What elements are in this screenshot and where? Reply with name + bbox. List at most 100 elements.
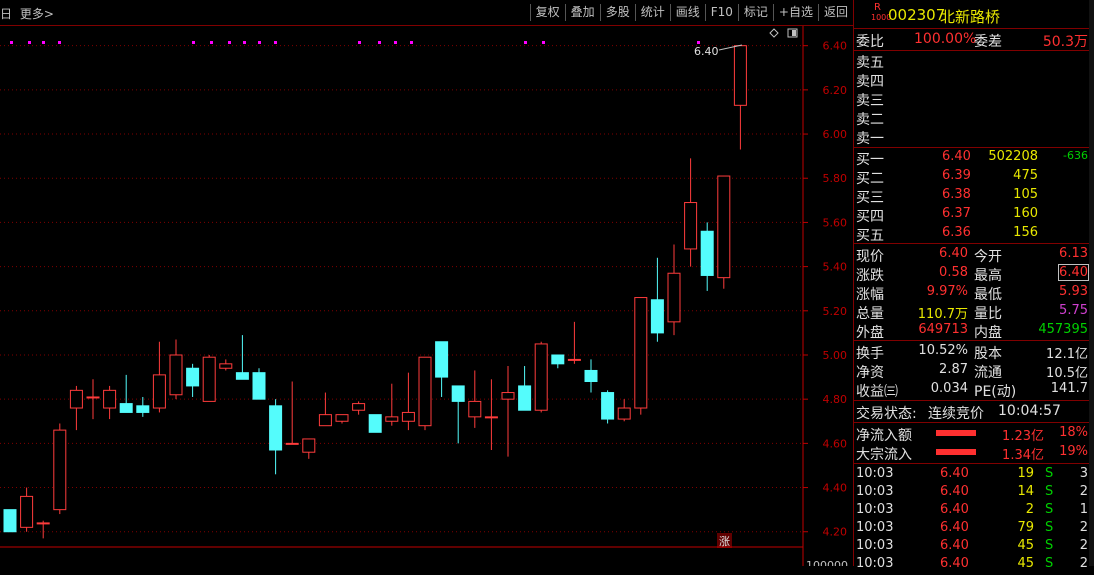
candle[interactable] [534,341,548,413]
buy-row: 买三 6.38 105 [856,187,1088,206]
candle-body [418,356,432,427]
candle-body [667,272,681,323]
candle[interactable] [186,363,200,397]
sell-level-label: 卖二 [856,112,884,128]
candle[interactable] [3,509,17,533]
y-tick-label: 5.00 [823,349,848,362]
candle[interactable] [667,244,681,336]
candle[interactable] [69,385,83,431]
tick-time: 10:03 [856,538,894,553]
candle[interactable] [285,381,299,445]
candle[interactable] [435,341,449,397]
draw-line-button[interactable]: 画线 [669,4,705,21]
buy-volume: 502208 [988,149,1038,164]
candle[interactable] [53,423,67,515]
fund-flow-row: 净流入额 1.23亿 18% [856,425,1088,444]
candle[interactable] [318,392,332,427]
tick-count: 3 [1079,466,1088,481]
period-label[interactable]: 日 [0,7,12,21]
candle[interactable] [385,383,399,426]
tick-price: 6.40 [940,520,969,535]
tick-count: 2 [1079,538,1088,553]
diamond-icon[interactable] [769,28,779,38]
candle[interactable] [484,379,498,450]
candle[interactable] [252,368,266,400]
overlay-button[interactable]: 叠加 [564,4,600,21]
panel-toggle-icon[interactable] [787,28,798,38]
candle[interactable] [352,401,366,415]
fuquan-button[interactable]: 复权 [529,4,565,21]
candle[interactable] [551,354,565,369]
panel-scrollbar[interactable] [1089,0,1094,566]
candle[interactable] [617,399,631,422]
candle[interactable] [567,321,581,364]
candle[interactable] [219,359,233,371]
candle-body [401,411,415,422]
candle[interactable] [451,385,465,444]
candle[interactable] [119,374,133,413]
quote-label: 总量 [856,306,884,322]
candle-body [717,175,731,279]
candle[interactable] [601,390,615,424]
candle[interactable] [700,222,714,291]
candle[interactable] [684,158,698,267]
candle[interactable] [235,335,249,380]
candle[interactable] [136,396,150,417]
y-tick-label: 6.20 [823,84,848,97]
quote-label: 内盘 [974,325,1002,341]
stats-button[interactable]: 统计 [634,4,670,21]
candle[interactable] [103,385,117,420]
candle[interactable] [152,341,166,413]
candle-body [20,495,34,528]
last-price-label: 6.40 [694,45,719,58]
candle[interactable] [335,414,349,424]
signal-dot [378,41,381,44]
buy-level-label: 买一 [856,152,884,168]
mark-button[interactable]: 标记 [737,4,773,21]
f10-button[interactable]: F10 [704,4,738,21]
candle[interactable] [717,175,731,289]
add-watchlist-button[interactable]: +自选 [772,4,818,21]
tick-price: 6.40 [940,484,969,499]
candle[interactable] [650,257,664,342]
quote-value: 110.7万 [917,307,968,322]
multi-stock-button[interactable]: 多股 [599,4,635,21]
kline-chart[interactable]: 6.40 6.20 6.00 5.80 5.60 5.40 5.20 5.00 4.80 4.60… [0,26,853,566]
candle-body [684,202,698,250]
stat-label: 换手 [856,346,884,362]
candle[interactable] [368,414,382,433]
quote-value: 457395 [1038,322,1088,337]
signal-dot [243,41,246,44]
quote-label: 今开 [974,249,1002,265]
candle-body [3,509,17,533]
candle[interactable] [202,354,216,402]
y-tick-label: 4.80 [823,393,848,406]
candle[interactable] [418,356,432,431]
candle[interactable] [36,520,50,539]
signal-dot [410,41,413,44]
candle[interactable] [269,399,283,475]
sell-row: 卖二 [856,109,1088,128]
signal-markers [10,41,700,44]
candle-body [368,414,382,433]
back-button[interactable]: 返回 [817,4,853,21]
candle[interactable] [468,370,482,428]
tick-row: 10:03 6.40 45 S 2 [856,538,1088,557]
y-tick-label: 5.60 [823,216,848,229]
signal-dot [210,41,213,44]
sell-row: 卖五 [856,52,1088,71]
candle-body [235,372,249,380]
more-menu[interactable]: 更多> [20,7,54,21]
candle[interactable] [584,359,598,393]
candle[interactable] [401,372,415,431]
quote-panel: R 1000 002307 北新路桥 委比 100.00% 委差 50.3万 卖… [853,0,1094,571]
candle[interactable] [20,487,34,532]
candle-body [484,416,498,419]
candle[interactable] [518,366,532,411]
stock-code: 002307 [888,6,946,24]
candle[interactable] [634,297,648,415]
quote-value: 0.58 [939,265,968,280]
stat-label: 股本 [974,346,1002,362]
candle[interactable] [169,339,183,400]
candle[interactable] [302,438,316,459]
